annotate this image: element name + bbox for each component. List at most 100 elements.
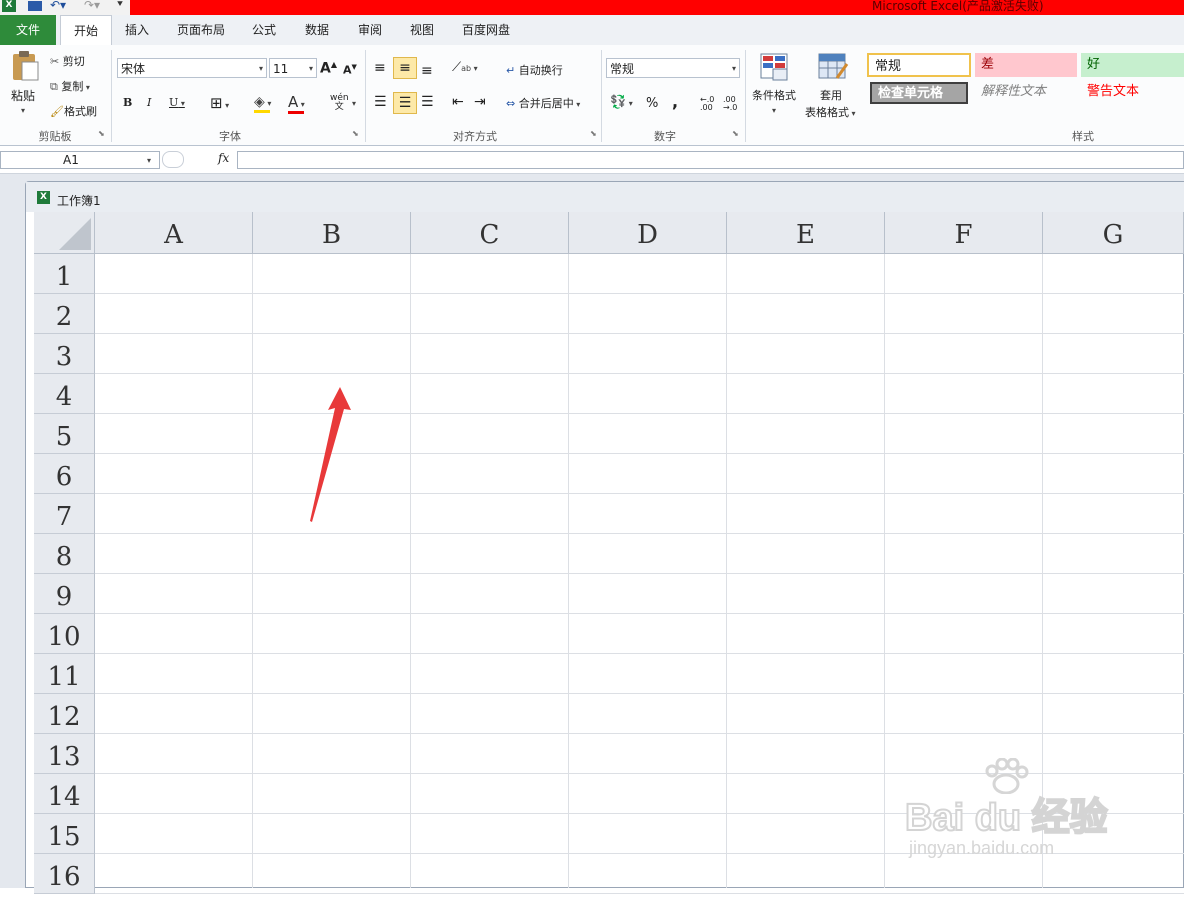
dialog-launcher-icon[interactable]: ⬊ [590, 129, 597, 138]
tab-data[interactable]: 数据 [297, 15, 337, 45]
row-header-5[interactable]: 5 [34, 414, 95, 454]
comma-button[interactable]: , [672, 92, 678, 111]
redo-icon[interactable]: ↷▾ [84, 0, 100, 12]
style-normal[interactable]: 常规 [867, 53, 971, 77]
tab-baidu-netdisk[interactable]: 百度网盘 [454, 15, 518, 45]
formula-bar-resize-handle[interactable] [162, 151, 184, 168]
tab-formulas[interactable]: 公式 [244, 15, 284, 45]
style-good[interactable]: 好 [1081, 53, 1184, 77]
row-header-8[interactable]: 8 [34, 534, 95, 574]
number-format-combo[interactable]: 常规 ▾ [606, 58, 740, 78]
name-box[interactable]: A1 ▾ [0, 151, 160, 169]
font-color-icon[interactable]: A ▾ [288, 93, 305, 114]
column-header-d[interactable]: D [569, 212, 727, 254]
paste-label[interactable]: 粘贴 [11, 87, 35, 104]
font-name-combo[interactable]: 宋体 ▾ [117, 58, 267, 78]
format-painter-button[interactable]: 🖌格式刷 [50, 103, 97, 119]
column-gridline [884, 254, 885, 888]
name-box-dropdown-icon[interactable]: ▾ [147, 156, 151, 165]
style-bad[interactable]: 差 [975, 53, 1077, 77]
window-title: Microsoft Excel(产品激活失败) [872, 0, 1044, 13]
style-warning[interactable]: 警告文本 [1081, 80, 1184, 104]
grow-font-button[interactable]: A▲ [320, 60, 337, 77]
row-header-12[interactable]: 12 [34, 694, 95, 734]
wrap-text-button[interactable]: ↵ 自动换行 [506, 62, 563, 78]
cut-button[interactable]: ✂ 剪切 [50, 53, 85, 69]
insert-function-button[interactable]: fx [218, 151, 229, 165]
scissors-icon: ✂ [50, 55, 63, 68]
italic-button[interactable]: I [147, 96, 151, 109]
phonetic-guide-icon[interactable]: wén 文 [330, 94, 349, 112]
undo-icon[interactable]: ↶▾ [50, 0, 66, 12]
format-as-table-button[interactable]: 表格格式 ▾ [805, 104, 856, 120]
paste-icon[interactable] [10, 50, 40, 82]
orientation-icon[interactable]: ⟋ab ▾ [452, 60, 478, 75]
bold-button[interactable]: B [123, 96, 132, 109]
dialog-launcher-icon[interactable]: ⬊ [732, 129, 739, 138]
row-gridline [95, 333, 1184, 334]
row-header-4[interactable]: 4 [34, 374, 95, 414]
customize-qat-icon[interactable]: ⯆ [116, 0, 124, 12]
row-gridline [95, 573, 1184, 574]
merge-center-button[interactable]: ⇔ 合并后居中 ▾ [506, 95, 580, 111]
column-header-c[interactable]: C [411, 212, 569, 254]
phonetic-dropdown-icon[interactable]: ▾ [352, 99, 356, 108]
tab-home[interactable]: 开始 [60, 15, 112, 46]
borders-icon[interactable]: ⊞ ▾ [210, 94, 229, 112]
copy-button[interactable]: ⧉ 复制 ▾ [50, 78, 90, 94]
align-center-icon[interactable]: ☰ [393, 92, 417, 114]
tab-file[interactable]: 文件 [0, 15, 56, 45]
increase-decimal-button[interactable]: ←.0 .00 [700, 96, 714, 112]
column-header-e[interactable]: E [727, 212, 885, 254]
cut-label: 剪切 [62, 55, 85, 68]
tab-page-layout[interactable]: 页面布局 [168, 15, 234, 45]
formula-input[interactable] [237, 151, 1184, 169]
column-header-g[interactable]: G [1043, 212, 1184, 254]
column-header-a[interactable]: A [95, 212, 253, 254]
underline-button[interactable]: U ▾ [169, 96, 185, 109]
font-size-combo[interactable]: 11 ▾ [269, 58, 317, 78]
row-header-14[interactable]: 14 [34, 774, 95, 814]
shrink-font-button[interactable]: A▼ [343, 63, 357, 77]
tab-review[interactable]: 审阅 [350, 15, 390, 45]
row-header-10[interactable]: 10 [34, 614, 95, 654]
save-icon[interactable] [28, 1, 42, 11]
row-header-11[interactable]: 11 [34, 654, 95, 694]
conditional-formatting-button[interactable]: 条件格式 [752, 87, 796, 103]
row-gridline [95, 893, 1184, 894]
align-right-icon[interactable]: ☰ [421, 94, 434, 110]
increase-indent-icon[interactable]: ⇥ [474, 94, 486, 110]
format-as-table-icon[interactable] [817, 52, 849, 82]
row-header-2[interactable]: 2 [34, 294, 95, 334]
fill-color-icon[interactable]: ◈ ▾ [254, 94, 271, 113]
format-as-table-line1[interactable]: 套用 [820, 87, 842, 103]
conditional-formatting-icon[interactable] [759, 52, 791, 82]
decrease-decimal-button[interactable]: .00 →.0 [723, 96, 737, 112]
row-header-1[interactable]: 1 [34, 254, 95, 294]
align-middle-icon[interactable]: ≡ [393, 57, 417, 79]
watermark-brand: Bai du 经验 [904, 796, 1109, 840]
tab-view[interactable]: 视图 [402, 15, 442, 45]
style-explanatory[interactable]: 解释性文本 [975, 80, 1077, 104]
conditional-dropdown-icon[interactable]: ▾ [772, 106, 776, 115]
row-header-15[interactable]: 15 [34, 814, 95, 854]
dialog-launcher-icon[interactable]: ⬊ [98, 129, 105, 138]
align-left-icon[interactable]: ☰ [374, 94, 387, 110]
dialog-launcher-icon[interactable]: ⬊ [352, 129, 359, 138]
row-header-6[interactable]: 6 [34, 454, 95, 494]
align-top-icon[interactable]: ≡ [374, 60, 386, 76]
row-header-9[interactable]: 9 [34, 574, 95, 614]
column-header-f[interactable]: F [885, 212, 1043, 254]
accounting-format-icon[interactable]: 💱 ▾ [610, 95, 633, 110]
row-header-16[interactable]: 16 [34, 854, 95, 894]
style-check-cell[interactable]: 检查单元格 [870, 82, 968, 104]
decrease-indent-icon[interactable]: ⇤ [452, 94, 464, 110]
align-bottom-icon[interactable]: ≡ [421, 63, 433, 79]
row-header-7[interactable]: 7 [34, 494, 95, 534]
row-header-13[interactable]: 13 [34, 734, 95, 774]
tab-insert[interactable]: 插入 [118, 15, 156, 45]
row-header-3[interactable]: 3 [34, 334, 95, 374]
paste-dropdown-icon[interactable]: ▾ [21, 106, 25, 115]
column-header-b[interactable]: B [253, 212, 411, 254]
percent-button[interactable]: % [646, 96, 658, 111]
